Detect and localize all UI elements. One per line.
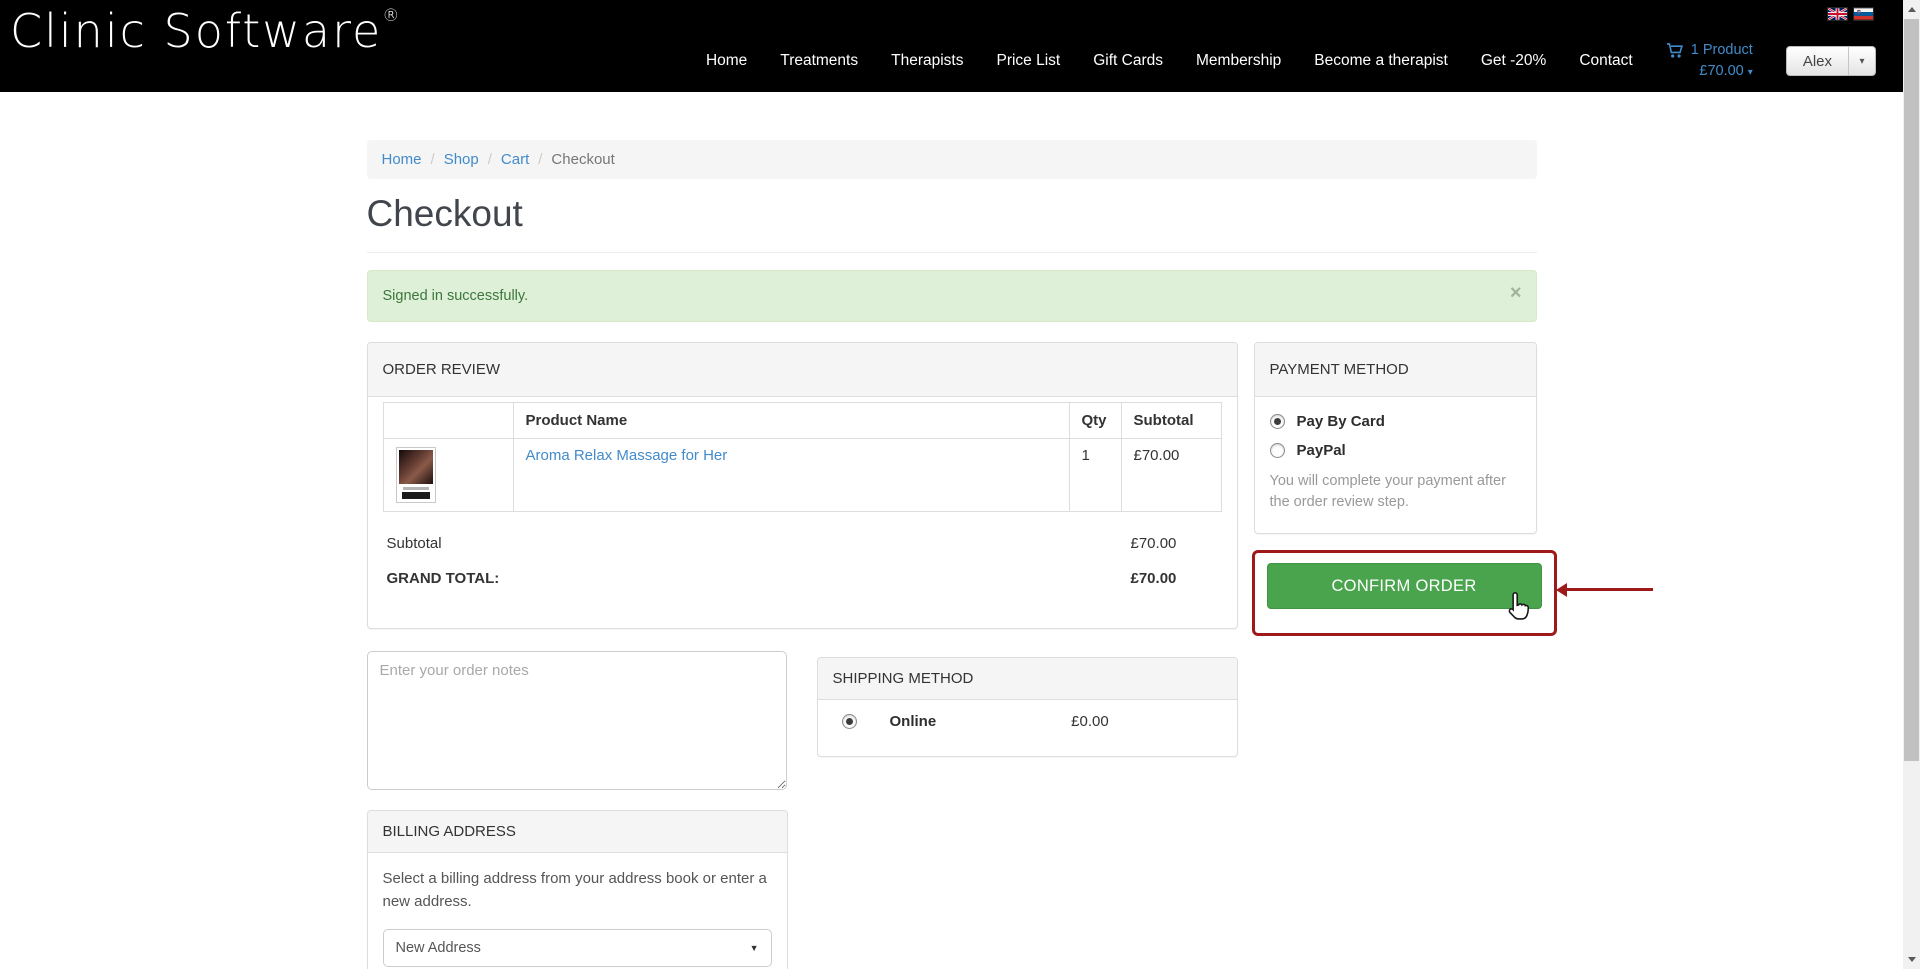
breadcrumb-separator: /: [538, 151, 542, 168]
site-logo[interactable]: Clinic Software®: [10, 4, 399, 58]
thumb-button-bar: [402, 492, 430, 499]
nav-item-membership[interactable]: Membership: [1196, 52, 1281, 70]
order-review-body: Product Name Qty Subtotal: [368, 397, 1237, 628]
cart-icon: [1666, 42, 1685, 59]
order-totals: Subtotal £70.00 GRAND TOTAL: £70.00: [383, 526, 1222, 596]
product-thumb-cell: [383, 439, 513, 512]
nav-item-gift-cards[interactable]: Gift Cards: [1093, 52, 1163, 70]
billing-address-selected-value: New Address: [396, 940, 481, 956]
paypal-label: PayPal: [1297, 442, 1346, 459]
payment-method-title: PAYMENT METHOD: [1255, 343, 1536, 397]
order-review-title: ORDER REVIEW: [368, 343, 1237, 397]
notes-shipping-row: SHIPPING METHOD Online £0.00: [367, 651, 1238, 790]
shipping-option-label[interactable]: Online: [890, 713, 937, 730]
shipping-method-panel: SHIPPING METHOD Online £0.00: [817, 657, 1238, 757]
nav-item-price-list[interactable]: Price List: [996, 52, 1060, 70]
product-subtotal-cell: £70.00: [1121, 439, 1221, 512]
grand-total-label: GRAND TOTAL:: [387, 570, 500, 587]
scrollbar-thumb[interactable]: [1904, 19, 1919, 761]
left-column: ORDER REVIEW Product Name Qty Subtotal: [367, 342, 1238, 969]
user-caret-icon[interactable]: ▾: [1849, 47, 1875, 75]
cart-summary[interactable]: 1 Product £70.00 ▾: [1666, 40, 1753, 82]
table-row: Aroma Relax Massage for Her 1 £70.00: [383, 439, 1221, 512]
registered-mark: ®: [382, 6, 399, 26]
payment-note: You will complete your payment after the…: [1270, 471, 1521, 513]
paypal-radio[interactable]: [1270, 443, 1285, 458]
thumb-text-line: [403, 487, 429, 490]
billing-address-select[interactable]: New Address ▼: [383, 929, 772, 967]
grand-total-value: £70.00: [1131, 570, 1177, 587]
page-root: Clinic Software®: [0, 0, 1903, 969]
billing-address-panel: BILLING ADDRESS Select a billing address…: [367, 810, 788, 969]
pay-by-card-option[interactable]: Pay By Card: [1270, 413, 1521, 430]
close-icon[interactable]: ×: [1510, 283, 1522, 303]
paypal-option[interactable]: PayPal: [1270, 442, 1521, 459]
user-name: Alex: [1787, 47, 1848, 75]
annotation-highlight-box: CONFIRM ORDER: [1252, 550, 1557, 636]
pay-by-card-radio[interactable]: [1270, 414, 1285, 429]
product-image: [399, 450, 433, 484]
nav-item-therapists[interactable]: Therapists: [891, 52, 963, 70]
scroll-down-icon[interactable]: [1903, 951, 1920, 968]
product-qty-cell: 1: [1069, 439, 1121, 512]
subtotal-row: Subtotal £70.00: [383, 526, 1222, 561]
payment-method-panel: PAYMENT METHOD Pay By Card PayPal You wi…: [1254, 342, 1537, 534]
product-thumbnail[interactable]: [396, 447, 436, 503]
order-notes-input[interactable]: [367, 651, 787, 790]
user-menu-button[interactable]: Alex ▾: [1786, 46, 1876, 76]
breadcrumb-current: Checkout: [551, 151, 614, 168]
breadcrumb-separator: /: [431, 151, 435, 168]
product-name-cell: Aroma Relax Massage for Her: [513, 439, 1069, 512]
breadcrumb-cart[interactable]: Cart: [501, 151, 529, 168]
page-title: Checkout: [367, 193, 1537, 253]
success-alert: Signed in successfully. ×: [367, 270, 1537, 322]
shipping-option-price: £0.00: [1071, 713, 1109, 730]
browser-scrollbar[interactable]: [1903, 0, 1920, 969]
breadcrumb-home[interactable]: Home: [382, 151, 422, 168]
subtotal-header: Subtotal: [1121, 403, 1221, 439]
top-nav-bar: Clinic Software®: [0, 0, 1903, 92]
order-table: Product Name Qty Subtotal: [383, 402, 1222, 512]
subtotal-value: £70.00: [1131, 535, 1177, 552]
nav-item-become-a-therapist[interactable]: Become a therapist: [1314, 52, 1448, 70]
billing-address-body: Select a billing address from your addre…: [368, 853, 787, 969]
cart-count-label: 1 Product: [1691, 40, 1753, 61]
qty-header: Qty: [1069, 403, 1121, 439]
checkout-columns: ORDER REVIEW Product Name Qty Subtotal: [367, 342, 1537, 969]
nav-item-get-discount[interactable]: Get -20%: [1481, 52, 1546, 70]
nav-item-treatments[interactable]: Treatments: [780, 52, 858, 70]
payment-method-body: Pay By Card PayPal You will complete you…: [1255, 397, 1536, 533]
shipping-option-row: Online £0.00: [818, 700, 1237, 756]
cart-caret-icon: ▾: [1748, 67, 1753, 78]
content-container: Home / Shop / Cart / Checkout Checkout S…: [367, 140, 1537, 969]
scroll-up-icon[interactable]: [1903, 1, 1920, 18]
subtotal-label: Subtotal: [387, 535, 442, 552]
breadcrumb-shop[interactable]: Shop: [444, 151, 479, 168]
chevron-down-icon: ▼: [750, 943, 759, 953]
shipping-method-title: SHIPPING METHOD: [818, 658, 1237, 700]
product-link[interactable]: Aroma Relax Massage for Her: [526, 447, 728, 464]
nav-item-contact[interactable]: Contact: [1579, 52, 1632, 70]
grand-total-row: GRAND TOTAL: £70.00: [383, 561, 1222, 596]
pay-by-card-label: Pay By Card: [1297, 413, 1385, 430]
billing-address-title: BILLING ADDRESS: [368, 811, 787, 853]
shipping-online-radio[interactable]: [842, 714, 857, 729]
breadcrumb: Home / Shop / Cart / Checkout: [367, 140, 1537, 179]
confirm-order-button[interactable]: CONFIRM ORDER: [1267, 563, 1542, 609]
billing-instruction: Select a billing address from your addre…: [383, 868, 772, 913]
alert-message: Signed in successfully.: [383, 288, 529, 304]
cart-total: £70.00: [1699, 63, 1743, 79]
annotation-arrow: [1567, 588, 1653, 591]
order-table-header-row: Product Name Qty Subtotal: [383, 403, 1221, 439]
right-column: PAYMENT METHOD Pay By Card PayPal You wi…: [1254, 342, 1537, 636]
order-review-panel: ORDER REVIEW Product Name Qty Subtotal: [367, 342, 1238, 629]
breadcrumb-separator: /: [488, 151, 492, 168]
logo-text: Clinic Software: [10, 4, 382, 58]
nav-item-home[interactable]: Home: [706, 52, 747, 70]
main-nav: Home Treatments Therapists Price List Gi…: [706, 0, 1876, 92]
product-name-header: Product Name: [513, 403, 1069, 439]
thumb-column-header: [383, 403, 513, 439]
